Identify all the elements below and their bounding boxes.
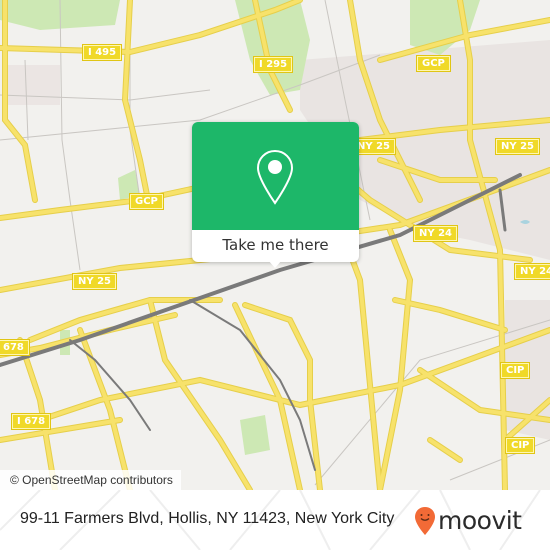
moovit-pin-icon bbox=[415, 507, 435, 535]
road-label-i495: I 495 bbox=[81, 44, 123, 61]
road-label-ny24-center: NY 24 bbox=[412, 225, 459, 242]
road-label-ny25-west: NY 25 bbox=[71, 273, 118, 290]
road-label-i295: I 295 bbox=[252, 56, 294, 73]
road-label-ny25-east: NY 25 bbox=[494, 138, 541, 155]
road-label-cip-south: CIP bbox=[504, 437, 536, 454]
map-view[interactable]: I 495 I 295 GCP GCP NY 25 NY 25 NY 25 NY… bbox=[0, 0, 550, 490]
popup-header bbox=[192, 122, 359, 230]
map-pin-icon bbox=[256, 149, 294, 205]
road-label-cip-north: CIP bbox=[499, 362, 531, 379]
location-popup[interactable]: Take me there bbox=[192, 122, 359, 268]
urban-area bbox=[5, 65, 60, 105]
road-label-i678-south: I 678 bbox=[10, 413, 52, 430]
footer-bar: 99-11 Farmers Blvd, Hollis, NY 11423, Ne… bbox=[0, 490, 550, 550]
moovit-wordmark: moovit bbox=[438, 506, 522, 535]
address-text: 99-11 Farmers Blvd, Hollis, NY 11423, Ne… bbox=[20, 510, 395, 527]
popup-pointer bbox=[268, 260, 282, 268]
road-label-gcp-east: GCP bbox=[416, 55, 451, 72]
map-attribution[interactable]: © OpenStreetMap contributors bbox=[0, 470, 181, 490]
take-me-there-button[interactable]: Take me there bbox=[192, 230, 359, 262]
moovit-logo[interactable]: moovit bbox=[414, 506, 522, 536]
road-label-ny24-east: NY 24 bbox=[513, 263, 550, 280]
park bbox=[240, 415, 270, 455]
road-label-gcp-west: GCP bbox=[129, 193, 164, 210]
road-label-i678-west: 678 bbox=[0, 339, 30, 356]
